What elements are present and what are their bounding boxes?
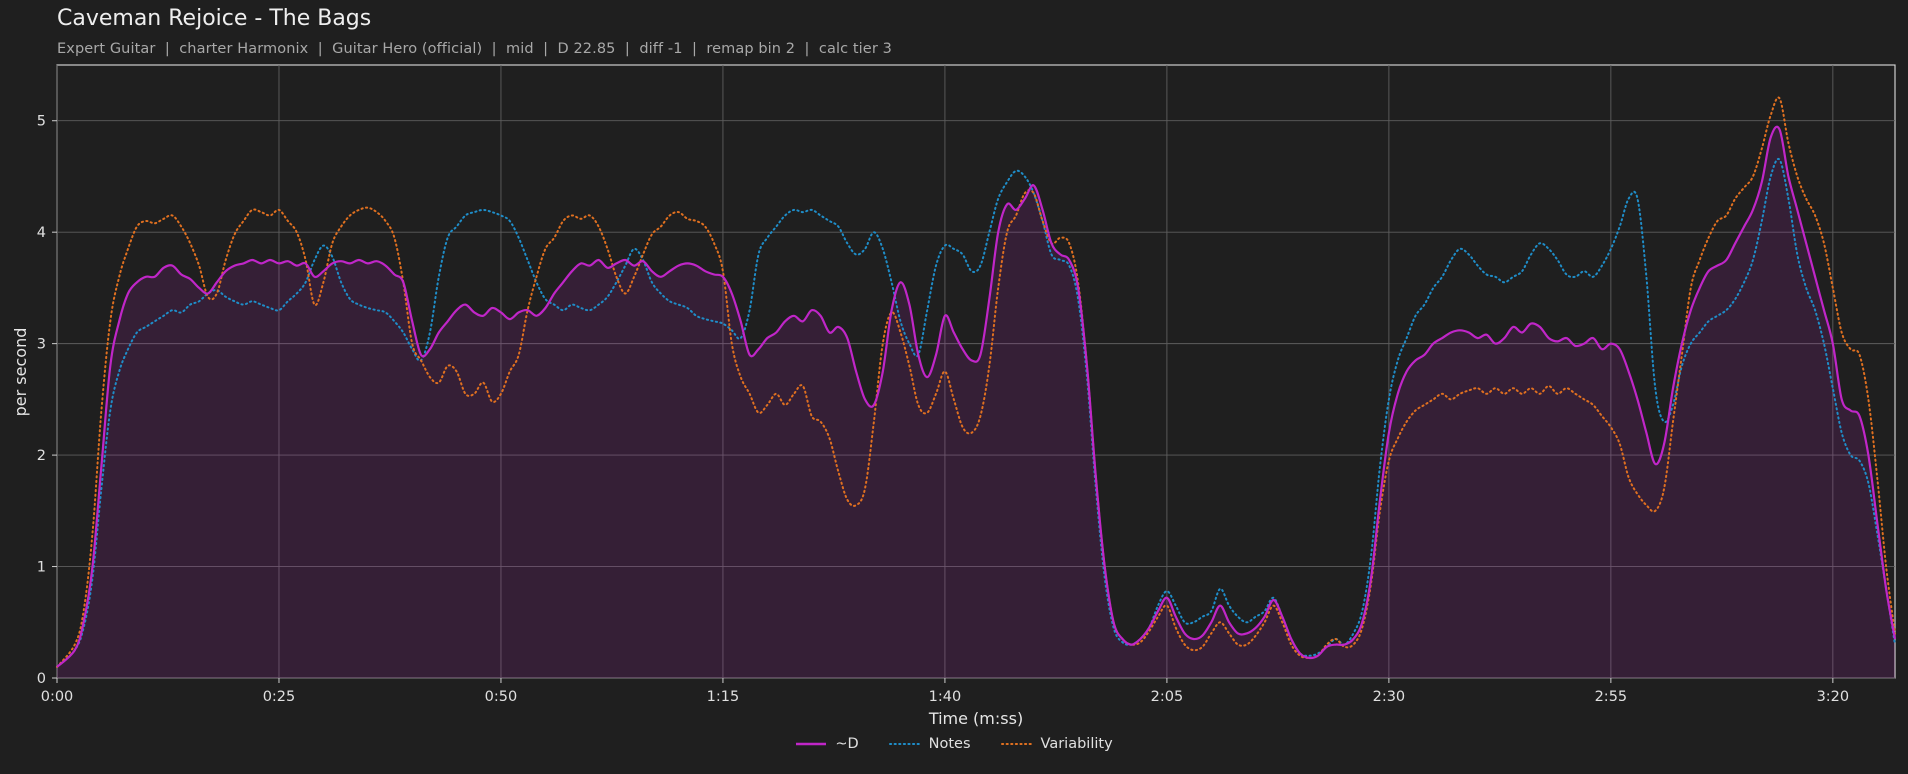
legend-item: Variability (1000, 736, 1113, 752)
legend-swatch (888, 743, 921, 745)
x-tick-label: 1:15 (707, 689, 740, 705)
legend-swatch (1000, 743, 1033, 745)
legend-item: Notes (888, 736, 971, 752)
x-tick-label: 0:25 (263, 689, 296, 705)
y-axis-label: per second (11, 328, 30, 417)
legend-label: ~D (835, 736, 859, 752)
x-tick-label: 3:20 (1817, 689, 1850, 705)
y-tick-label: 3 (37, 337, 46, 353)
y-tick-label: 2 (37, 448, 46, 464)
x-axis-label: Time (m:ss) (928, 709, 1023, 728)
y-tick-label: 1 (37, 560, 46, 576)
chart-svg: 0:00 0:25 0:50 1:15 1:40 2:05 2:30 2:55 3:20 0 1 2… (11, 64, 1897, 728)
y-tick-label: 0 (37, 671, 46, 687)
legend: ~D Notes Variability (0, 736, 1908, 752)
x-tick-label: 2:30 (1373, 689, 1406, 705)
x-tick-label: 0:50 (485, 689, 518, 705)
x-tick-label: 2:05 (1151, 689, 1184, 705)
y-tick-labels: 0 1 2 3 4 5 (37, 114, 57, 687)
legend-item: ~D (795, 736, 859, 752)
legend-label: Variability (1040, 736, 1113, 752)
x-tick-label: 1:40 (929, 689, 962, 705)
x-tick-labels: 0:00 0:25 0:50 1:15 1:40 2:05 2:30 2:55 3:20 (41, 678, 1849, 705)
y-tick-label: 5 (37, 114, 46, 130)
legend-swatch (796, 742, 827, 746)
x-tick-label: 2:55 (1595, 689, 1628, 705)
x-tick-label: 0:00 (41, 689, 74, 705)
legend-label: Notes (928, 736, 971, 752)
y-tick-label: 4 (37, 225, 46, 241)
